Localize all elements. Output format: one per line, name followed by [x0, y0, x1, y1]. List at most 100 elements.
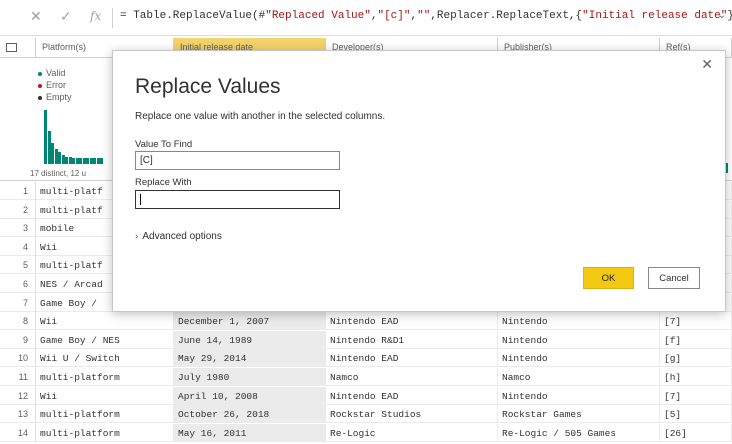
- table-cell[interactable]: Nintendo EAD: [326, 386, 498, 405]
- formula-string: "Replaced Value": [265, 10, 371, 22]
- table-cell[interactable]: April 10, 2008: [174, 386, 326, 405]
- table-cell[interactable]: [7]: [660, 386, 732, 405]
- row-number[interactable]: 6: [0, 275, 36, 293]
- formula-string: "Initial release date": [582, 10, 728, 22]
- text-caret: [140, 194, 141, 205]
- table-corner[interactable]: [0, 38, 36, 58]
- table-row: 12 Wii April 10, 2008 Nintendo EAD Nintendo[…: [0, 386, 732, 405]
- fx-icon[interactable]: fx: [90, 9, 101, 23]
- close-icon[interactable]: ✕: [701, 57, 713, 73]
- table-cell[interactable]: Nintendo EAD: [326, 312, 498, 331]
- table-cell[interactable]: Nintendo: [498, 349, 660, 368]
- legend-error: Error: [38, 79, 72, 91]
- row-number[interactable]: 14: [0, 423, 36, 442]
- legend-valid-label: Valid: [46, 68, 66, 78]
- table-cell[interactable]: Nintendo: [498, 330, 660, 349]
- value-to-find-label: Value To Find: [135, 139, 193, 150]
- table-cell[interactable]: Rockstar Games: [498, 405, 660, 424]
- table-cell[interactable]: Re-Logic / 505 Games: [498, 423, 660, 442]
- table-cell[interactable]: [f]: [660, 330, 732, 349]
- legend-error-label: Error: [46, 80, 66, 90]
- table-cell[interactable]: [5]: [660, 405, 732, 424]
- table-cell[interactable]: Nintendo R&D1: [326, 330, 498, 349]
- table-icon: [6, 43, 17, 53]
- legend-valid: Valid: [38, 67, 72, 79]
- table-cell[interactable]: May 16, 2011: [174, 423, 326, 442]
- table-cell[interactable]: Namco: [498, 368, 660, 386]
- table-cell[interactable]: Wii U / Switch: [36, 349, 174, 368]
- legend-valid-dot: [38, 71, 42, 76]
- table-cell[interactable]: December 1, 2007: [174, 312, 326, 331]
- table-cell[interactable]: May 29, 2014: [174, 349, 326, 368]
- row-number[interactable]: 1: [0, 182, 36, 200]
- replace-with-input[interactable]: [135, 190, 340, 209]
- dialog-description: Replace one value with another in the se…: [135, 111, 386, 122]
- row-number[interactable]: 8: [0, 312, 36, 331]
- table-cell[interactable]: [g]: [660, 349, 732, 368]
- legend-empty: Empty: [38, 91, 72, 103]
- value-to-find-input[interactable]: [C]: [135, 151, 340, 170]
- formula-input[interactable]: = Table.ReplaceValue(#"Replaced Value","…: [120, 10, 732, 22]
- table-cell[interactable]: October 26, 2018: [174, 405, 326, 424]
- row-number[interactable]: 12: [0, 386, 36, 405]
- row-number[interactable]: 10: [0, 349, 36, 368]
- table-cell[interactable]: Rockstar Studios: [326, 405, 498, 424]
- formula-string: "": [417, 10, 431, 22]
- distinct-count: 17 distinct, 12 u: [30, 169, 87, 178]
- table-cell[interactable]: Wii: [36, 312, 174, 331]
- histogram-bar: [100, 158, 103, 164]
- table-cell[interactable]: June 14, 1989: [174, 330, 326, 349]
- table-cell[interactable]: Re-Logic: [326, 423, 498, 442]
- table-cell[interactable]: [7]: [660, 312, 732, 331]
- table-cell[interactable]: Nintendo: [498, 386, 660, 405]
- replace-values-dialog: ✕ Replace Values Replace one value with …: [112, 50, 726, 312]
- table-cell[interactable]: [26]: [660, 423, 732, 442]
- legend-empty-dot: [38, 95, 42, 100]
- table-row: 8 Wii December 1, 2007 Nintendo EAD Nintendo…: [0, 312, 732, 331]
- advanced-options-toggle[interactable]: › Advanced options: [135, 231, 222, 242]
- cancel-button[interactable]: Cancel: [648, 267, 700, 289]
- advanced-options-label: Advanced options: [142, 231, 222, 242]
- table-cell[interactable]: multi-platform: [36, 405, 174, 424]
- row-number[interactable]: 7: [0, 293, 36, 312]
- value-distribution-histogram: [44, 104, 104, 164]
- cancel-formula-icon[interactable]: ✕: [30, 9, 42, 25]
- accept-formula-icon[interactable]: ✓: [60, 9, 72, 25]
- table-row: 13 multi-platform October 26, 2018 Rockstar…: [0, 405, 732, 424]
- formula-separator: [112, 8, 113, 28]
- row-number[interactable]: 3: [0, 219, 36, 238]
- row-number[interactable]: 4: [0, 237, 36, 256]
- quality-legend: Valid Error Empty: [38, 67, 72, 103]
- row-number[interactable]: 11: [0, 368, 36, 386]
- row-number[interactable]: 5: [0, 256, 36, 275]
- row-number[interactable]: 9: [0, 330, 36, 349]
- formula-mid: ,Replacer.ReplaceText,{: [430, 10, 583, 22]
- formula-string: "[c]": [377, 10, 411, 22]
- table-row: 14 multi-platform May 16, 2011 Re-Logic Re-L…: [0, 423, 732, 442]
- table-cell[interactable]: Wii: [36, 386, 174, 405]
- replace-with-label: Replace With: [135, 177, 192, 188]
- legend-error-dot: [38, 83, 42, 88]
- formula-suffix: }): [727, 10, 732, 22]
- dialog-title: Replace Values: [135, 75, 281, 98]
- ok-button[interactable]: OK: [583, 267, 634, 289]
- formula-prefix: = Table.ReplaceValue(#: [120, 10, 266, 22]
- table-cell[interactable]: [h]: [660, 368, 732, 386]
- table-cell[interactable]: Nintendo: [498, 312, 660, 331]
- row-number[interactable]: 13: [0, 405, 36, 424]
- table-row: 11 multi-platform July 1980 Namco Namco [h]: [0, 368, 732, 386]
- table-cell[interactable]: Nintendo EAD: [326, 349, 498, 368]
- table-cell[interactable]: multi-platform: [36, 423, 174, 442]
- formula-bar: ✕ ✓ fx = Table.ReplaceValue(#"Replaced V…: [0, 0, 732, 36]
- table-cell[interactable]: Namco: [326, 368, 498, 386]
- chevron-right-icon: ›: [135, 231, 139, 242]
- table-cell[interactable]: July 1980: [174, 368, 326, 386]
- table-row: 9 Game Boy / NES June 14, 1989 Nintendo R&D…: [0, 330, 732, 349]
- table-cell[interactable]: multi-platform: [36, 368, 174, 386]
- legend-empty-label: Empty: [46, 92, 72, 102]
- row-number[interactable]: 2: [0, 200, 36, 219]
- chevron-down-icon[interactable]: ⌄: [718, 10, 726, 21]
- table-row: 10 Wii U / Switch May 29, 2014 Nintendo EAD…: [0, 349, 732, 368]
- table-cell[interactable]: Game Boy / NES: [36, 330, 174, 349]
- column-header-label: Platform(s): [42, 42, 87, 52]
